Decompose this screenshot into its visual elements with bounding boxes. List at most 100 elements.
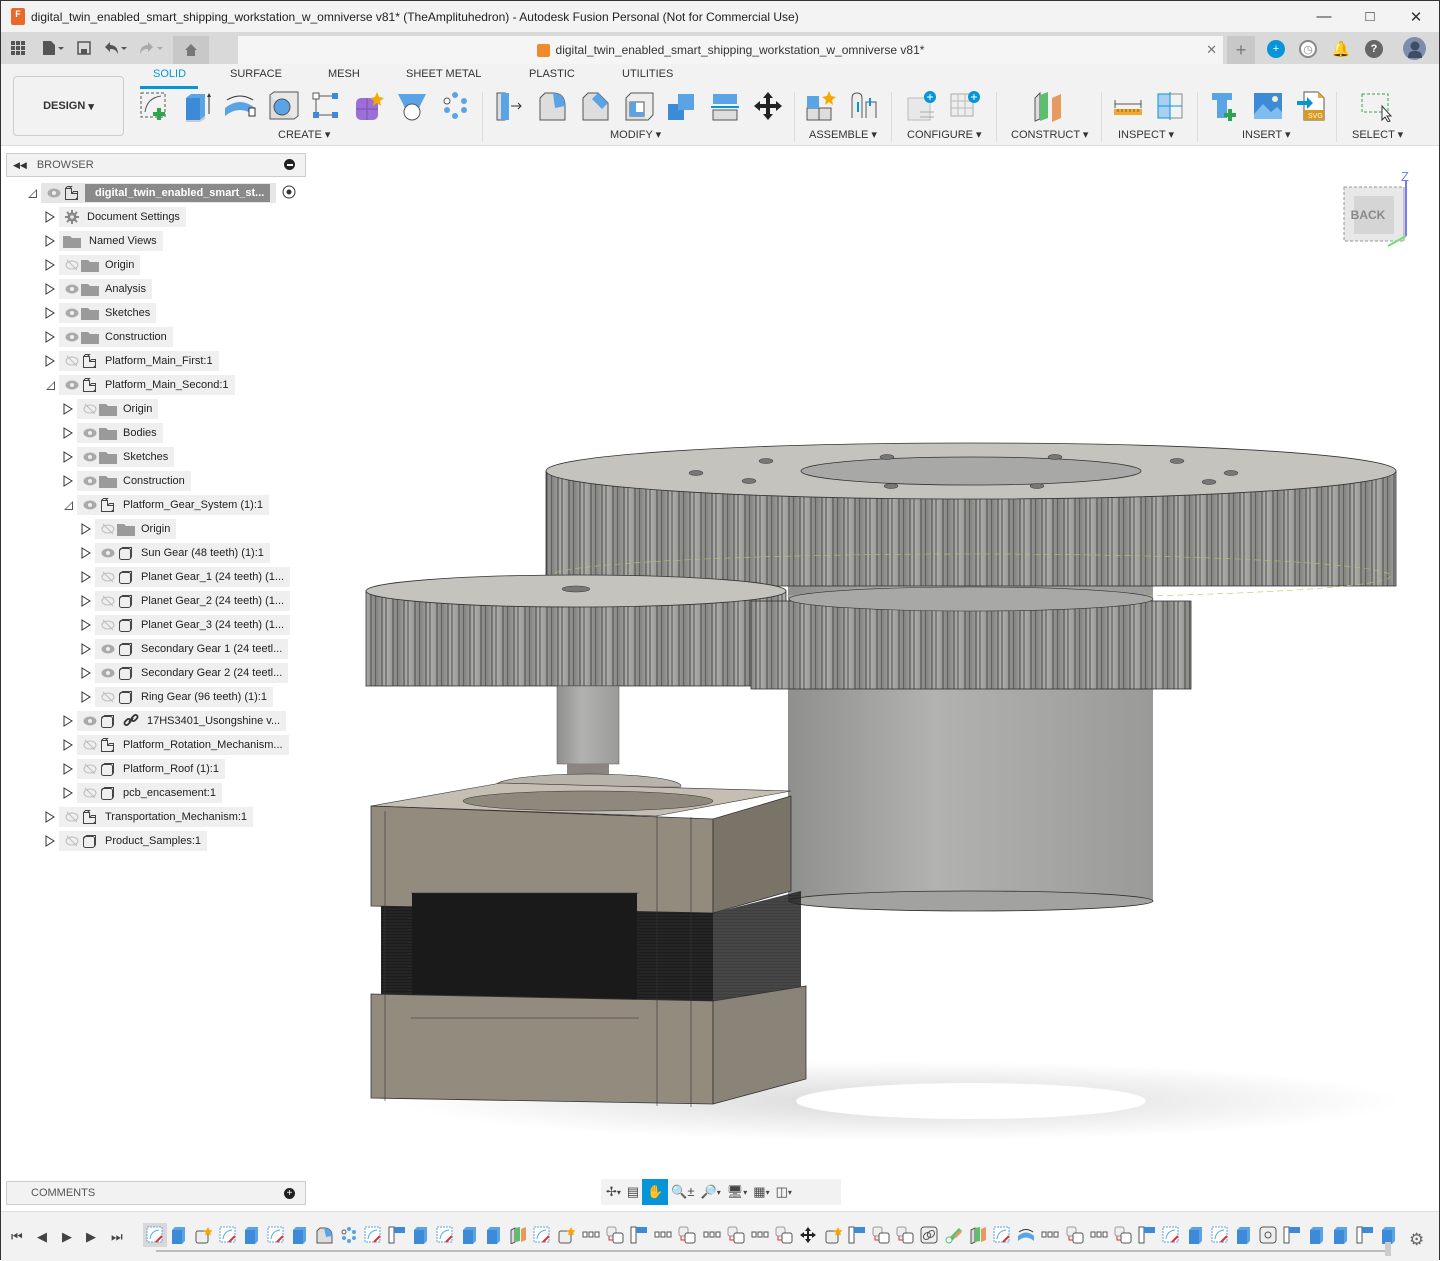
undo-icon[interactable] [97,32,133,64]
timeline-feature-pipe[interactable] [945,1226,963,1244]
stepper-motor-17hs3401[interactable] [370,782,807,1107]
timeline-feature-extrude[interactable] [170,1226,188,1244]
visibility-eye-icon[interactable] [99,543,117,563]
browser-item[interactable]: Platform_Main_Second:1 [41,375,235,395]
section-analysis-icon[interactable] [1153,89,1187,123]
browser-item-body[interactable]: Origin [95,519,177,539]
select-menu[interactable]: SELECT ▾ [1352,128,1403,141]
timeline-feature-component-copy[interactable] [1114,1226,1132,1244]
insert-svg-icon[interactable]: SVG [1295,89,1329,123]
secondary-gear-1[interactable] [365,574,787,687]
browser-item-body[interactable]: Origin [59,255,141,275]
profile-avatar[interactable] [1403,37,1426,60]
help-icon[interactable]: ? [1365,40,1383,58]
zoom-icon[interactable]: 🔍± [668,1179,697,1205]
expand-triangle-icon[interactable] [77,619,95,631]
visibility-hidden-icon[interactable] [63,255,81,275]
extensions-icon[interactable]: + [1267,40,1285,58]
timeline-feature-offset-plane[interactable] [1356,1226,1374,1244]
browser-item-body[interactable]: Document Settings [59,207,186,227]
create-menu[interactable]: CREATE ▾ [278,128,330,141]
timeline-feature-joint-origin[interactable] [1259,1226,1277,1244]
construct-menu[interactable]: CONSTRUCT ▾ [1011,128,1088,141]
expand-triangle-icon[interactable] [41,355,59,367]
browser-item-body[interactable]: Construction [59,327,173,347]
visibility-hidden-icon[interactable] [99,567,117,587]
notifications-icon[interactable]: 🔔 [1332,40,1351,58]
timeline-feature-offset-plane[interactable] [388,1226,406,1244]
browser-item-body[interactable]: Analysis [59,279,152,299]
expand-triangle-icon[interactable] [77,667,95,679]
browser-item[interactable]: Sketches [59,447,175,467]
expand-triangle-icon[interactable] [77,523,95,535]
visibility-hidden-icon[interactable] [81,759,99,779]
visibility-eye-icon[interactable] [99,663,117,683]
visibility-eye-icon[interactable] [63,279,81,299]
revolve-icon[interactable] [223,89,257,123]
browser-item[interactable]: Platform_Main_First:1 [41,351,219,371]
browser-item-body[interactable]: Platform_Main_Second:1 [59,375,235,395]
modify-menu[interactable]: MODIFY ▾ [610,128,661,141]
expand-triangle-icon[interactable] [41,259,59,271]
fit-icon[interactable]: 🔎 ▾ [698,1179,724,1205]
expand-triangle-icon[interactable] [41,811,59,823]
timeline-feature-construct-plane[interactable] [969,1226,987,1245]
rectangular-pattern-icon[interactable] [309,89,343,123]
timeline-feature-group[interactable] [582,1226,600,1244]
browser-root-item[interactable]: digital_twin_enabled_smart_st... [23,183,296,203]
document-tab[interactable]: digital_twin_enabled_smart_shipping_work… [238,36,1223,64]
browser-item[interactable]: Origin [41,255,141,275]
browser-item-body[interactable]: Planet Gear_1 (24 teeth) (1... [95,567,291,587]
timeline-feature-group[interactable] [654,1226,672,1244]
timeline-feature-sketch[interactable] [219,1226,237,1244]
expand-triangle-icon[interactable] [59,475,77,487]
collapse-triangle-icon[interactable] [41,380,59,391]
browser-item-body[interactable]: Sketches [59,303,157,323]
browser-item-body[interactable]: Product_Samples:1 [59,831,207,851]
browser-item[interactable]: Sketches [41,303,157,323]
play-icon[interactable]: ▶ [62,1229,72,1245]
timeline-feature-sketch[interactable] [1162,1226,1180,1244]
visibility-eye-icon[interactable] [81,711,99,731]
timeline-feature-extrude[interactable] [1187,1226,1205,1244]
timeline-feature-sketch[interactable] [143,1223,167,1247]
timeline-feature-extrude[interactable] [1332,1226,1350,1244]
expand-triangle-icon[interactable] [41,211,59,223]
timeline-feature-sketch[interactable] [436,1226,454,1244]
save-icon[interactable] [71,32,97,64]
press-pull-icon[interactable] [493,89,527,123]
orbit-icon[interactable]: ✢ ▾ [603,1179,624,1205]
assemble-menu[interactable]: ASSEMBLE ▾ [809,128,877,141]
timeline-marker[interactable] [1385,1242,1391,1256]
expand-triangle-icon[interactable] [59,427,77,439]
measure-icon[interactable] [1111,89,1145,123]
expand-triangle-icon[interactable] [77,547,95,559]
configuration-table-icon[interactable] [948,89,982,123]
visibility-eye-icon[interactable] [99,639,117,659]
add-comment-icon[interactable]: + [284,1188,295,1199]
minimize-button[interactable]: — [1301,1,1347,32]
browser-item-body[interactable]: Named Views [59,231,163,251]
tab-plastic[interactable]: PLASTIC [529,68,575,80]
browser-item-body[interactable]: Platform_Roof (1):1 [77,759,225,779]
inspect-menu[interactable]: INSPECT ▾ [1118,128,1174,141]
browser-item-body[interactable]: Transportation_Mechanism:1 [59,807,254,827]
timeline-feature-sketch[interactable] [1211,1226,1229,1244]
expand-triangle-icon[interactable] [59,715,77,727]
timeline-feature-revolve[interactable] [1017,1226,1035,1244]
timeline-feature-group[interactable] [1041,1226,1059,1244]
visibility-hidden-icon[interactable] [99,519,117,539]
browser-item[interactable]: Transportation_Mechanism:1 [41,807,254,827]
timeline-feature-extrude[interactable] [412,1226,430,1244]
home-icon[interactable] [173,36,209,64]
browser-item-body[interactable]: Platform_Main_First:1 [59,351,219,371]
activate-radio-icon[interactable] [282,185,296,202]
tab-utilities[interactable]: UTILITIES [622,68,673,80]
browser-item[interactable]: Product_Samples:1 [41,831,207,851]
timeline-feature-component-link[interactable] [920,1226,938,1244]
browser-item-body[interactable]: Bodies [77,423,163,443]
timeline-feature-offset-plane[interactable] [1283,1226,1301,1244]
go-to-start-icon[interactable]: ⏮ [11,1229,23,1245]
expand-triangle-icon[interactable] [41,283,59,295]
split-body-icon[interactable] [708,89,742,123]
